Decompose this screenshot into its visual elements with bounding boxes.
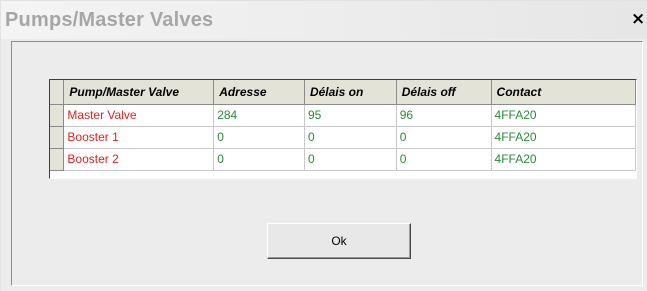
column-header-delais-off[interactable]: Délais off <box>396 80 492 105</box>
row-selector[interactable] <box>50 104 65 127</box>
column-header-contact[interactable]: Contact <box>491 80 637 105</box>
pumps-grid: Pump/Master Valve Adresse Délais on Déla… <box>49 79 637 179</box>
cell-delais-off[interactable]: 0 <box>396 148 492 171</box>
column-header-adresse[interactable]: Adresse <box>213 80 305 105</box>
cell-adresse[interactable]: 0 <box>213 148 305 171</box>
cell-contact[interactable]: 4FFA20 <box>491 104 637 127</box>
row-header-corner <box>50 80 65 105</box>
pumps-dialog: Pumps/Master Valves × Pump/Master Valve … <box>0 0 647 291</box>
table-row[interactable]: Master Valve 284 95 96 4FFA20 <box>50 104 637 127</box>
cell-delais-on[interactable]: 95 <box>304 104 397 127</box>
cell-delais-on[interactable]: 0 <box>304 148 397 171</box>
row-selector[interactable] <box>50 126 65 149</box>
ok-button[interactable]: Ok <box>267 223 411 259</box>
column-header-pump[interactable]: Pump/Master Valve <box>63 80 215 105</box>
cell-delais-on[interactable]: 0 <box>304 126 397 149</box>
cell-delais-off[interactable]: 96 <box>396 104 492 127</box>
table-header-row: Pump/Master Valve Adresse Délais on Déla… <box>50 80 637 105</box>
cell-pump-name[interactable]: Master Valve <box>63 104 215 127</box>
cell-adresse[interactable]: 0 <box>213 126 305 149</box>
close-icon[interactable]: × <box>631 10 647 28</box>
cell-pump-name[interactable]: Booster 2 <box>63 148 215 171</box>
cell-delais-off[interactable]: 0 <box>396 126 492 149</box>
cell-contact[interactable]: 4FFA20 <box>491 148 637 171</box>
column-header-delais-on[interactable]: Délais on <box>304 80 397 105</box>
window-title: Pumps/Master Valves <box>5 9 214 31</box>
cell-adresse[interactable]: 284 <box>213 104 305 127</box>
table-row[interactable]: Booster 1 0 0 0 4FFA20 <box>50 126 637 149</box>
cell-contact[interactable]: 4FFA20 <box>491 126 637 149</box>
pumps-table: Pump/Master Valve Adresse Délais on Déla… <box>50 80 637 171</box>
table-row[interactable]: Booster 2 0 0 0 4FFA20 <box>50 148 637 171</box>
cell-pump-name[interactable]: Booster 1 <box>63 126 215 149</box>
title-bar[interactable]: Pumps/Master Valves × <box>1 1 647 39</box>
row-selector[interactable] <box>50 148 65 171</box>
